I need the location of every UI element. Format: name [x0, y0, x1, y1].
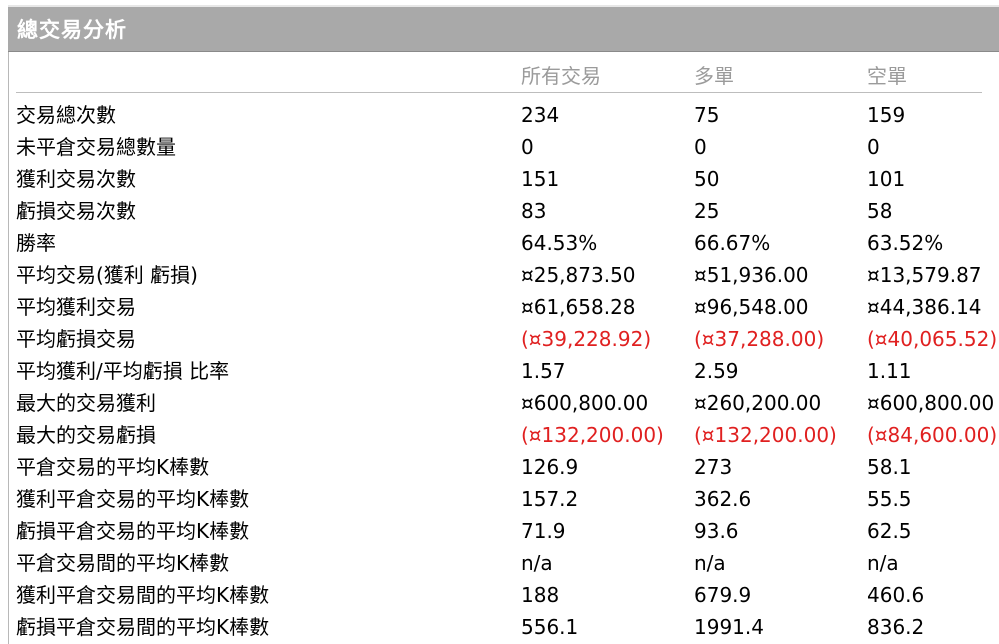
column-header-all-trades: 所有交易 [521, 64, 601, 88]
table-row: 平均交易(獲利 虧損) ¤25,873.50 ¤51,936.00 ¤13,579.8… [0, 259, 999, 291]
value-long: 25 [694, 199, 720, 223]
value-short: 460.6 [867, 583, 925, 607]
value-short: n/a [867, 551, 899, 575]
table-row: 平均獲利交易 ¤61,658.28 ¤96,548.00 ¤44,386.14 [0, 291, 999, 323]
table-row: 獲利平倉交易間的平均K棒數 188 679.9 460.6 [0, 579, 999, 611]
table-row: 勝率 64.53% 66.67% 63.52% [0, 227, 999, 259]
value-long: ¤260,200.00 [694, 391, 822, 415]
value-short: 159 [867, 103, 906, 127]
table-row: 平倉交易間的平均K棒數 n/a n/a n/a [0, 547, 999, 579]
value-short: ¤44,386.14 [867, 295, 982, 319]
stats-table: 交易總次數 234 75 159 未平倉交易總數量 0 0 0 獲利交易次數 151 50 101 虧損… [0, 99, 999, 643]
row-label: 虧損平倉交易間的平均K棒數 [16, 615, 270, 639]
value-long: (¤37,288.00) [694, 327, 825, 351]
value-long: 66.67% [694, 231, 771, 255]
value-all-trades: 157.2 [521, 487, 579, 511]
value-all-trades: 83 [521, 199, 547, 223]
table-row: 虧損交易次數 83 25 58 [0, 195, 999, 227]
table-row: 平均獲利/平均虧損 比率 1.57 2.59 1.11 [0, 355, 999, 387]
value-short: 836.2 [867, 615, 925, 639]
value-all-trades: (¤39,228.92) [521, 327, 652, 351]
value-short: ¤600,800.00 [867, 391, 995, 415]
value-long: ¤51,936.00 [694, 263, 809, 287]
value-all-trades: 0 [521, 135, 534, 159]
value-long: (¤132,200.00) [694, 423, 837, 447]
value-all-trades: 151 [521, 167, 560, 191]
value-short: 55.5 [867, 487, 912, 511]
value-long: 679.9 [694, 583, 752, 607]
value-long: 93.6 [694, 519, 739, 543]
value-long: 0 [694, 135, 707, 159]
value-all-trades: 1.57 [521, 359, 566, 383]
value-short: 63.52% [867, 231, 944, 255]
value-all-trades: 126.9 [521, 455, 579, 479]
value-all-trades: (¤132,200.00) [521, 423, 664, 447]
panel-title: 總交易分析 [17, 18, 127, 42]
row-label: 虧損交易次數 [16, 199, 136, 223]
table-row: 虧損平倉交易間的平均K棒數 556.1 1991.4 836.2 [0, 611, 999, 643]
table-row: 最大的交易虧損 (¤132,200.00) (¤132,200.00) (¤84,60… [0, 419, 999, 451]
column-header-short: 空單 [867, 64, 907, 88]
row-label: 獲利交易次數 [16, 167, 136, 191]
trade-analysis-panel: 總交易分析 所有交易 多單 空單 交易總次數 234 75 159 未平倉交易總數量 0 0… [0, 0, 999, 644]
value-short: 58.1 [867, 455, 912, 479]
table-row: 獲利平倉交易的平均K棒數 157.2 362.6 55.5 [0, 483, 999, 515]
table-row: 獲利交易次數 151 50 101 [0, 163, 999, 195]
row-label: 平倉交易的平均K棒數 [16, 455, 210, 479]
row-label: 最大的交易虧損 [16, 423, 156, 447]
value-all-trades: 188 [521, 583, 560, 607]
value-long: 75 [694, 103, 720, 127]
row-label: 勝率 [16, 231, 56, 255]
value-all-trades: ¤25,873.50 [521, 263, 636, 287]
table-row: 虧損平倉交易的平均K棒數 71.9 93.6 62.5 [0, 515, 999, 547]
row-label: 平倉交易間的平均K棒數 [16, 551, 230, 575]
value-long: 362.6 [694, 487, 752, 511]
row-label: 交易總次數 [16, 103, 116, 127]
value-all-trades: 64.53% [521, 231, 598, 255]
value-all-trades: 234 [521, 103, 560, 127]
table-row: 最大的交易獲利 ¤600,800.00 ¤260,200.00 ¤600,800.00 [0, 387, 999, 419]
table-row: 交易總次數 234 75 159 [0, 99, 999, 131]
row-label: 平均交易(獲利 虧損) [16, 263, 198, 287]
value-long: 1991.4 [694, 615, 764, 639]
row-label: 平均獲利/平均虧損 比率 [16, 359, 230, 383]
row-label: 虧損平倉交易的平均K棒數 [16, 519, 250, 543]
value-long: 273 [694, 455, 733, 479]
value-short: 58 [867, 199, 893, 223]
value-all-trades: n/a [521, 551, 553, 575]
row-label: 平均虧損交易 [16, 327, 136, 351]
table-row: 未平倉交易總數量 0 0 0 [0, 131, 999, 163]
value-short: 0 [867, 135, 880, 159]
row-label: 平均獲利交易 [16, 295, 136, 319]
title-bar: 總交易分析 [8, 7, 999, 52]
value-long: 50 [694, 167, 720, 191]
table-row: 平倉交易的平均K棒數 126.9 273 58.1 [0, 451, 999, 483]
row-label: 獲利平倉交易間的平均K棒數 [16, 583, 270, 607]
value-short: 101 [867, 167, 906, 191]
value-short: 62.5 [867, 519, 912, 543]
value-long: n/a [694, 551, 726, 575]
value-long: ¤96,548.00 [694, 295, 809, 319]
value-short: (¤40,065.52) [867, 327, 998, 351]
row-label: 未平倉交易總數量 [16, 135, 176, 159]
header-divider [16, 92, 982, 93]
value-short: ¤13,579.87 [867, 263, 982, 287]
value-all-trades: 556.1 [521, 615, 579, 639]
table-row: 平均虧損交易 (¤39,228.92) (¤37,288.00) (¤40,065.5… [0, 323, 999, 355]
row-label: 獲利平倉交易的平均K棒數 [16, 487, 250, 511]
value-short: (¤84,600.00) [867, 423, 998, 447]
value-all-trades: ¤61,658.28 [521, 295, 636, 319]
row-label: 最大的交易獲利 [16, 391, 156, 415]
value-all-trades: 71.9 [521, 519, 566, 543]
value-all-trades: ¤600,800.00 [521, 391, 649, 415]
value-long: 2.59 [694, 359, 739, 383]
value-short: 1.11 [867, 359, 912, 383]
column-header-long: 多單 [694, 64, 734, 88]
